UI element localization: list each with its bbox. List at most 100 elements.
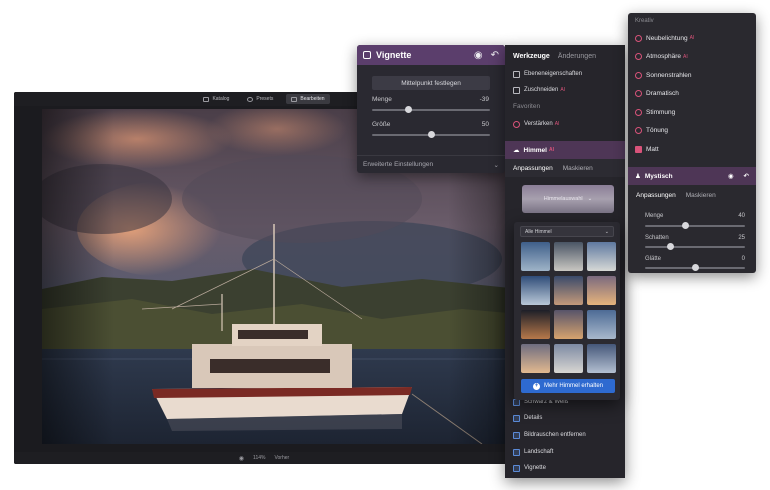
tool-label: Details bbox=[524, 415, 543, 421]
mystic-header[interactable]: ♟ Mystisch ◉ ↶ bbox=[628, 167, 756, 185]
creative-item-label: Matt bbox=[646, 145, 659, 153]
sky-filter-select[interactable]: Alle Himmel ⌄ bbox=[520, 226, 614, 237]
catalog-label: Katalog bbox=[212, 96, 230, 102]
creative-item-icon bbox=[635, 34, 642, 42]
mystic-shadows-value[interactable]: 25 bbox=[723, 235, 745, 241]
sky-thumbnail[interactable] bbox=[521, 344, 550, 373]
tab-sky-mask[interactable]: Maskieren bbox=[563, 165, 593, 172]
layers-icon bbox=[513, 70, 520, 78]
creative-item[interactable]: Tönung bbox=[635, 124, 668, 138]
landscape-icon bbox=[513, 448, 520, 456]
advanced-settings-toggle[interactable]: Erweiterte Einstellungen ⌄ bbox=[357, 155, 505, 173]
presets-label: Presets bbox=[256, 96, 274, 102]
tool-item-vignette[interactable]: Vignette bbox=[513, 461, 546, 475]
mystic-amount-value[interactable]: 40 bbox=[723, 213, 745, 219]
amount-value[interactable]: -39 bbox=[467, 96, 489, 103]
sky-thumbnail[interactable] bbox=[587, 276, 616, 305]
creative-item-icon bbox=[635, 71, 642, 79]
vignette-icon bbox=[513, 464, 520, 472]
creative-item-ai-badge: AI bbox=[689, 35, 695, 41]
catalog-button[interactable]: Katalog bbox=[198, 94, 234, 104]
creative-item-icon bbox=[635, 108, 642, 116]
vignette-title: Vignette bbox=[376, 50, 412, 60]
sky-thumbnail[interactable] bbox=[521, 276, 550, 305]
sky-ai-badge: AI bbox=[548, 147, 554, 153]
presets-icon bbox=[247, 96, 254, 102]
tab-tools[interactable]: Werkzeuge bbox=[513, 53, 550, 60]
sky-thumbnail[interactable] bbox=[587, 310, 616, 339]
mystic-smooth-value[interactable]: 0 bbox=[723, 256, 745, 262]
creative-item[interactable]: Matt bbox=[635, 142, 659, 156]
mystic-amount-knob[interactable] bbox=[681, 221, 689, 229]
creative-item-label: Sonnenstrahlen bbox=[646, 71, 692, 79]
tab-mystic-adjustments[interactable]: Anpassungen bbox=[636, 192, 676, 199]
sky-thumbnail[interactable] bbox=[554, 310, 583, 339]
mystic-smooth-knob[interactable] bbox=[691, 263, 699, 271]
chevron-down-icon: ⌄ bbox=[493, 161, 499, 169]
chevron-down-icon: ⌄ bbox=[604, 228, 609, 235]
set-center-button[interactable]: Mittelpunkt festlegen bbox=[372, 76, 490, 90]
crop-item[interactable]: Zuschneiden AI bbox=[513, 83, 565, 97]
layer-properties-item[interactable]: Ebeneneigenschaften bbox=[513, 67, 582, 81]
sky-thumbnail[interactable] bbox=[587, 344, 616, 373]
get-more-skies-button[interactable]: + Mehr Himmel erhalten bbox=[521, 379, 615, 393]
sky-thumbnail[interactable] bbox=[587, 242, 616, 271]
creative-item-label: Tönung bbox=[646, 127, 669, 134]
mystic-shadows-knob[interactable] bbox=[666, 242, 674, 250]
sky-thumbnail[interactable] bbox=[554, 344, 583, 373]
sky-tool-header[interactable]: ☁ Himmel AI bbox=[505, 141, 625, 159]
amount-slider-track[interactable] bbox=[372, 109, 490, 111]
zoom-label[interactable]: 114% bbox=[253, 455, 265, 461]
enhance-ai-badge: AI bbox=[554, 121, 560, 127]
sky-thumbnail[interactable] bbox=[554, 242, 583, 271]
amount-slider-knob[interactable] bbox=[405, 105, 413, 113]
presets-button[interactable]: Presets bbox=[242, 94, 278, 104]
eye-icon[interactable]: ◉ bbox=[474, 50, 483, 61]
enhance-item[interactable]: Verstärken AI bbox=[513, 117, 559, 131]
eye-icon[interactable]: ◉ bbox=[239, 455, 244, 462]
sky-thumbnail[interactable] bbox=[521, 242, 550, 271]
favorites-heading: Favoriten bbox=[513, 103, 541, 110]
creative-item[interactable]: Dramatisch bbox=[635, 87, 679, 101]
tab-sky-adjustments[interactable]: Anpassungen bbox=[513, 165, 553, 172]
sky-thumbnail[interactable] bbox=[554, 276, 583, 305]
creative-item[interactable]: Stimmung bbox=[635, 105, 675, 119]
tab-mystic-mask[interactable]: Maskieren bbox=[686, 192, 716, 199]
creative-item[interactable]: Atmosphäre AI bbox=[635, 50, 688, 64]
size-slider-knob[interactable] bbox=[427, 130, 435, 138]
tool-item-details[interactable]: Details bbox=[513, 411, 542, 425]
vignette-enable-checkbox[interactable] bbox=[363, 51, 371, 59]
undo-icon[interactable]: ↶ bbox=[491, 50, 499, 61]
creative-item-icon bbox=[635, 53, 642, 60]
tab-changes[interactable]: Änderungen bbox=[558, 53, 596, 60]
crop-ai-badge: AI bbox=[560, 87, 566, 93]
creative-item[interactable]: Neubelichtung AI bbox=[635, 31, 694, 45]
edit-button[interactable]: Bearbeiten bbox=[286, 94, 330, 104]
size-label: Größe bbox=[372, 121, 391, 128]
amount-label: Menge bbox=[372, 96, 392, 103]
undo-icon[interactable]: ↶ bbox=[744, 172, 749, 180]
sky-tabs: Anpassungen Maskieren bbox=[505, 159, 625, 177]
vignette-header[interactable]: Vignette ◉ ↶ bbox=[357, 45, 505, 65]
advanced-settings-label: Erweiterte Einstellungen bbox=[363, 161, 434, 168]
sky-picker-popup: Alle Himmel ⌄ + Mehr Himmel erhalten bbox=[514, 222, 620, 400]
mystic-amount-track[interactable] bbox=[645, 225, 745, 227]
creative-item-ai-badge: AI bbox=[683, 53, 688, 60]
tool-item-denoise[interactable]: Bildrauschen entfernen bbox=[513, 428, 586, 442]
cloud-icon: ☁ bbox=[513, 147, 520, 154]
sky-selection-label: Himmelauswahl bbox=[543, 196, 583, 202]
edit-label: Bearbeiten bbox=[300, 96, 325, 102]
creative-item-label: Stimmung bbox=[646, 108, 676, 116]
sky-thumbnail[interactable] bbox=[521, 310, 550, 339]
size-value[interactable]: 50 bbox=[467, 121, 489, 128]
tool-item-landscape[interactable]: Landschaft bbox=[513, 445, 553, 459]
crop-label: Zuschneiden bbox=[524, 87, 559, 93]
creative-item-icon bbox=[635, 127, 642, 134]
mystic-smooth-label: Glätte bbox=[645, 256, 662, 262]
creative-item[interactable]: Sonnenstrahlen bbox=[635, 68, 692, 82]
mystic-shadows-track[interactable] bbox=[645, 246, 745, 248]
compare-label[interactable]: Vorher bbox=[274, 455, 289, 461]
sky-selection-dropdown[interactable]: Himmelauswahl ⌄ bbox=[522, 185, 614, 213]
eye-icon[interactable]: ◉ bbox=[728, 172, 734, 180]
tools-tabs: Werkzeuge Änderungen bbox=[505, 45, 625, 67]
